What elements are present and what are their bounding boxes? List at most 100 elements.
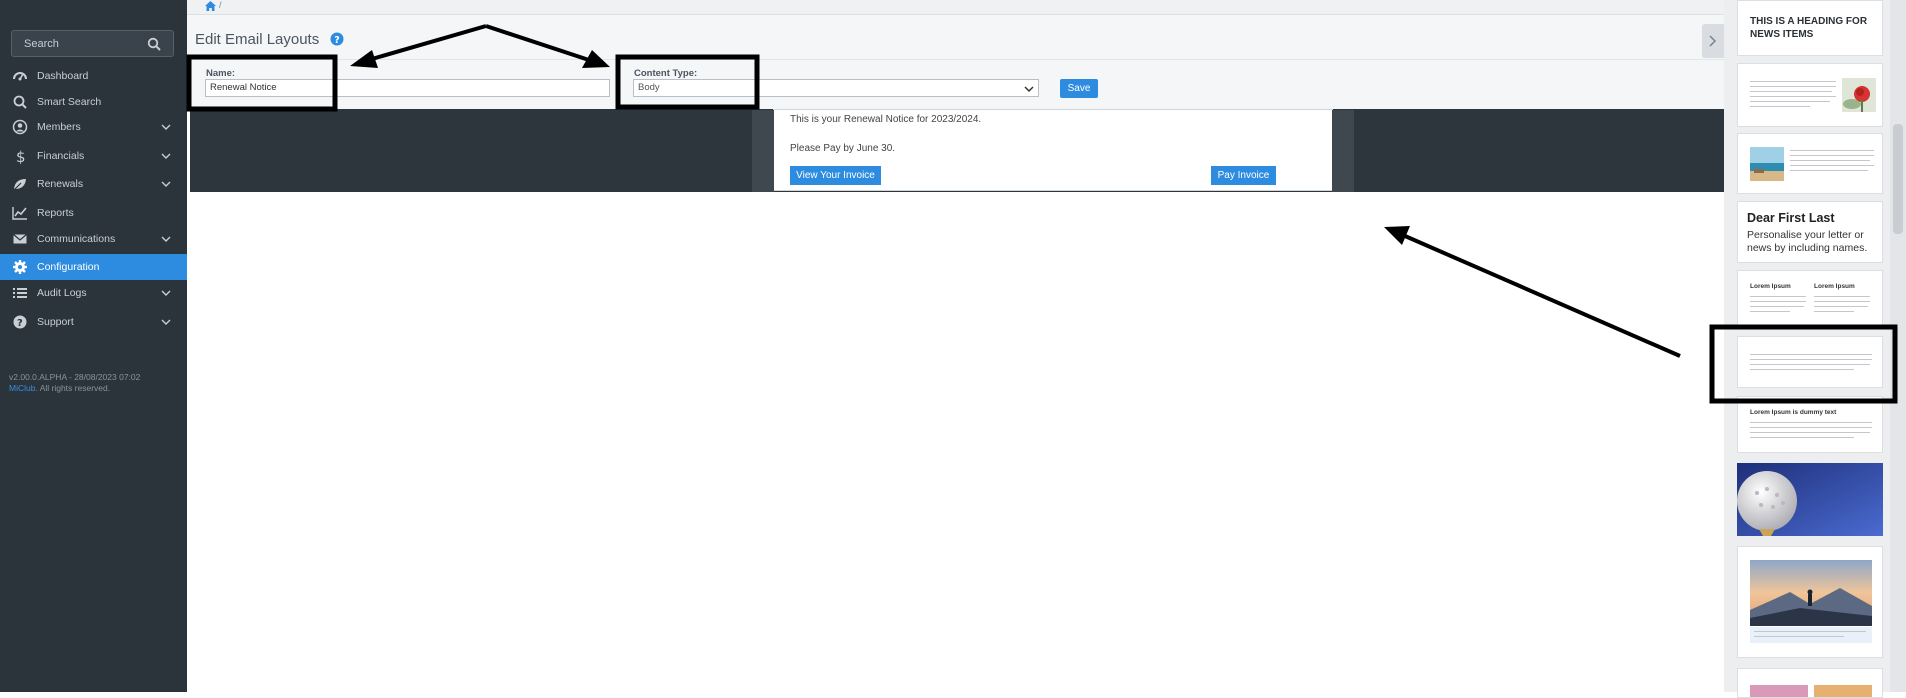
- sidebar-item-configuration[interactable]: Configuration: [0, 254, 187, 280]
- brand-link[interactable]: MiClub.: [9, 383, 38, 393]
- text-line: [1750, 427, 1872, 429]
- home-icon[interactable]: [205, 1, 216, 11]
- help-icon[interactable]: ?: [330, 32, 344, 46]
- template-col1-heading: Lorem Ipsum: [1750, 283, 1791, 290]
- sidebar-item-audit-logs[interactable]: Audit Logs: [0, 280, 187, 306]
- sidebar: Search Dashboard Smart Search Members $ …: [0, 0, 187, 692]
- template-two-image-block[interactable]: [1737, 668, 1883, 698]
- email-preview-card[interactable]: This is your Renewal Notice for 2023/202…: [752, 109, 1354, 192]
- sidebar-item-dashboard[interactable]: Dashboard: [0, 63, 187, 89]
- text-line: [1750, 369, 1854, 371]
- sidebar-item-label: Audit Logs: [37, 287, 87, 299]
- sidebar-item-label: Members: [37, 121, 81, 133]
- rights-text: All rights reserved.: [37, 383, 111, 393]
- chevron-down-icon[interactable]: [161, 317, 171, 327]
- text-line: [1750, 432, 1870, 434]
- sidebar-item-smart-search[interactable]: Smart Search: [0, 89, 187, 115]
- text-line: [1750, 86, 1836, 88]
- template-paragraph-block[interactable]: [1737, 336, 1883, 388]
- text-line: [1790, 170, 1868, 172]
- chevron-down-icon[interactable]: [161, 288, 171, 298]
- search-placeholder: Search: [24, 38, 59, 50]
- name-field[interactable]: Renewal Notice: [205, 79, 610, 97]
- rose-image: [1842, 78, 1876, 112]
- template-heading-text: THIS IS A HEADING FOR NEWS ITEMS: [1750, 16, 1868, 40]
- dollar-icon: $: [16, 148, 26, 164]
- breadcrumb-separator: /: [219, 0, 222, 10]
- breadcrumb: /: [187, 0, 1724, 15]
- text-line: [1790, 155, 1874, 157]
- text-line: [1750, 91, 1832, 93]
- sidebar-item-support[interactable]: ? Support: [0, 309, 187, 335]
- content-type-label: Content Type:: [634, 68, 698, 79]
- sidebar-item-financials[interactable]: $ Financials: [0, 143, 187, 169]
- text-line: [1814, 311, 1854, 313]
- copyright: MiClub. All rights reserved.: [9, 383, 140, 394]
- chevron-right-icon: [1709, 35, 1717, 47]
- text-line: [1750, 296, 1806, 298]
- panel-toggle-button[interactable]: [1702, 24, 1724, 58]
- line-chart-icon: [12, 207, 27, 220]
- svg-text:?: ?: [17, 318, 23, 329]
- svg-text:$: $: [16, 148, 26, 164]
- preview-gutter-right: [1332, 110, 1354, 192]
- text-line: [1750, 101, 1830, 103]
- preview-line-1: This is your Renewal Notice for 2023/202…: [790, 114, 982, 125]
- template-heading-paragraph-block[interactable]: Lorem Ipsum is dummy text: [1737, 396, 1883, 453]
- template-text-image-block[interactable]: [1737, 63, 1883, 127]
- template-image-caption-block[interactable]: [1737, 546, 1883, 658]
- text-line: [1750, 437, 1854, 439]
- sidebar-item-label: Configuration: [37, 261, 100, 273]
- text-line: [1750, 96, 1836, 98]
- preview-gutter-left: [752, 110, 774, 192]
- text-line: [1750, 306, 1804, 308]
- text-line: [1754, 631, 1866, 633]
- template-image-text-block[interactable]: [1737, 133, 1883, 194]
- template-panel-scrollbar[interactable]: [1890, 0, 1906, 692]
- email-preview-area: This is your Renewal Notice for 2023/202…: [190, 109, 1724, 192]
- page-title: Edit Email Layouts: [195, 31, 320, 48]
- text-line: [1750, 354, 1872, 356]
- sidebar-item-members[interactable]: Members: [0, 114, 187, 140]
- sidebar-item-label: Communications: [37, 233, 116, 245]
- template-personalised-block[interactable]: Dear First Last Personalise your letter …: [1737, 201, 1883, 263]
- text-line: [1750, 301, 1806, 303]
- preview-line-2: Please Pay by June 30.: [790, 143, 896, 154]
- layout-form: Name: Renewal Notice Content Type: Body …: [187, 60, 1724, 109]
- chevron-down-icon[interactable]: [161, 122, 171, 132]
- template-full-image-block[interactable]: [1737, 463, 1883, 536]
- scrollbar-thumb[interactable]: [1893, 124, 1903, 234]
- sidebar-item-label: Financials: [37, 150, 85, 162]
- list-icon: [13, 288, 27, 298]
- template-dear-title: Dear First Last: [1747, 211, 1835, 225]
- template-heading-block[interactable]: THIS IS A HEADING FOR NEWS ITEMS: [1737, 0, 1883, 56]
- template-col2-heading: Lorem Ipsum: [1814, 283, 1855, 290]
- chevron-down-icon[interactable]: [161, 151, 171, 161]
- sidebar-item-label: Renewals: [37, 178, 84, 190]
- chevron-down-icon[interactable]: [161, 234, 171, 244]
- pay-invoice-button[interactable]: Pay Invoice: [1211, 166, 1276, 185]
- arrowhead: [1384, 226, 1410, 245]
- sidebar-search-input[interactable]: Search: [11, 30, 174, 57]
- name-label: Name:: [206, 68, 236, 79]
- save-button[interactable]: Save: [1060, 79, 1098, 98]
- text-line: [1814, 296, 1870, 298]
- text-line: [1750, 81, 1836, 83]
- text-line: [1750, 422, 1872, 424]
- beach-image: [1750, 147, 1784, 181]
- content-type-select[interactable]: Body: [633, 79, 1039, 97]
- sidebar-item-renewals[interactable]: Renewals: [0, 171, 187, 197]
- svg-text:?: ?: [334, 35, 340, 46]
- sidebar-item-communications[interactable]: Communications: [0, 226, 187, 252]
- text-line: [1814, 306, 1868, 308]
- page-header: Edit Email Layouts ?: [187, 15, 1724, 60]
- text-line: [1750, 359, 1872, 361]
- content-type-value: Body: [638, 82, 660, 93]
- sidebar-item-reports[interactable]: Reports: [0, 200, 187, 226]
- search-icon: [13, 95, 27, 109]
- view-invoice-button[interactable]: View Your Invoice: [790, 166, 881, 185]
- chevron-down-icon[interactable]: [161, 179, 171, 189]
- template-two-column-block[interactable]: Lorem Ipsum Lorem Ipsum: [1737, 270, 1883, 328]
- user-circle-icon: [12, 119, 28, 135]
- search-icon[interactable]: [147, 37, 161, 51]
